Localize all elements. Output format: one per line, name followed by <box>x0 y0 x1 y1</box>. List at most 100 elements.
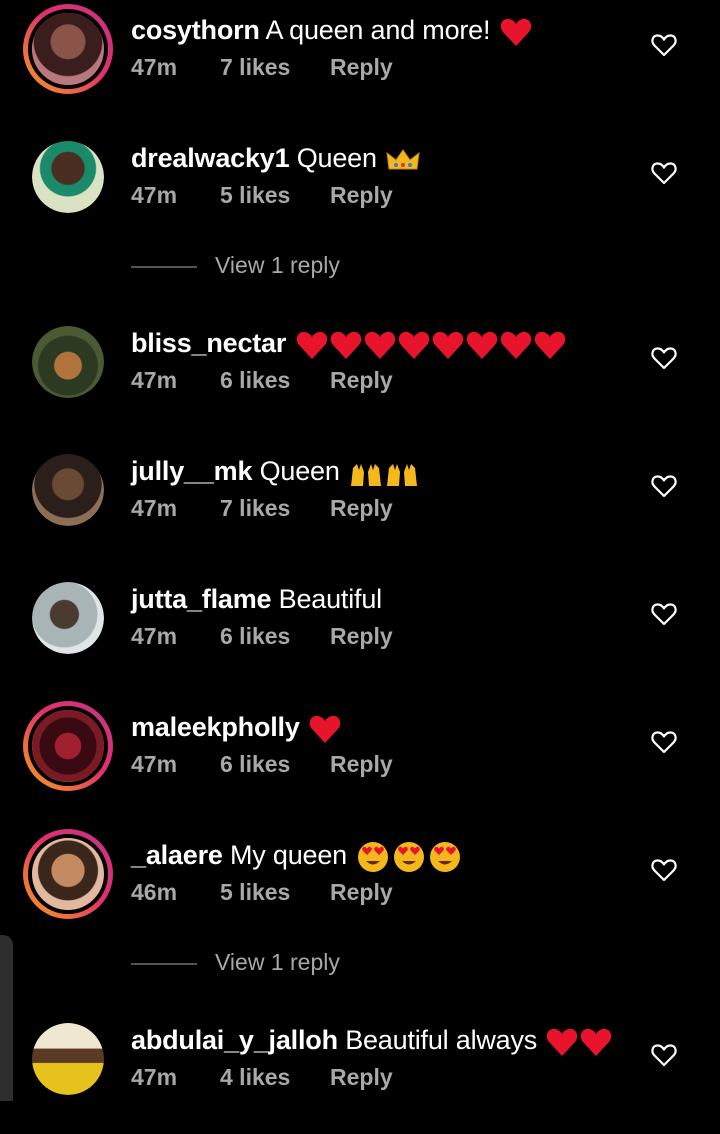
red-heart-emoji <box>466 331 497 359</box>
view-replies-label: View 1 reply <box>215 949 340 975</box>
raised-hands-emoji <box>386 463 417 486</box>
like-heart-icon[interactable] <box>651 729 677 755</box>
comment-username[interactable]: drealwacky1 <box>131 143 290 173</box>
comment-time: 47m <box>131 495 178 521</box>
avatar[interactable] <box>23 317 113 407</box>
comment-meta: 47m 6 likes Reply <box>131 367 393 394</box>
red-heart-emoji <box>398 331 429 359</box>
comment-meta: 46m 5 likes Reply <box>131 879 393 906</box>
avatar-image <box>32 13 104 85</box>
comment-text: drealwacky1 Queen <box>131 140 420 176</box>
comment-username[interactable]: abdulai_y_jalloh <box>131 1025 338 1055</box>
comment-item: _alaere My queen 46m 5 likes Reply <box>0 829 720 949</box>
comment-item: bliss_nectar 47m 6 likes Reply <box>0 317 720 437</box>
like-heart-icon[interactable] <box>651 857 677 883</box>
replies-divider <box>131 266 197 268</box>
comment-username[interactable]: jutta_flame <box>131 584 272 614</box>
replies-divider <box>131 963 197 965</box>
red-heart-emoji <box>364 331 395 359</box>
reply-button[interactable]: Reply <box>330 879 393 906</box>
comment-likes[interactable]: 7 likes <box>220 495 330 522</box>
heart-eyes-emoji <box>358 841 389 872</box>
comment-username[interactable]: bliss_nectar <box>131 328 286 358</box>
view-replies-button[interactable]: View 1 reply <box>131 949 431 979</box>
reply-button[interactable]: Reply <box>330 623 393 650</box>
red-heart-emoji <box>296 331 327 359</box>
comment-time: 46m <box>131 879 178 905</box>
avatar[interactable] <box>23 445 113 535</box>
reply-button[interactable]: Reply <box>330 367 393 394</box>
avatar-image <box>32 838 104 910</box>
red-heart-emoji <box>330 331 361 359</box>
comment-text: abdulai_y_jalloh Beautiful always <box>131 1022 612 1058</box>
like-heart-icon[interactable] <box>651 473 677 499</box>
comment-username[interactable]: maleekpholly <box>131 712 300 742</box>
comment-item: drealwacky1 Queen 47m 5 likes Reply <box>0 132 720 252</box>
avatar-image <box>32 141 104 213</box>
heart-emoji-row <box>294 328 566 359</box>
avatar[interactable] <box>23 573 113 663</box>
comment-meta: 47m 4 likes Reply <box>131 1064 393 1091</box>
comment-likes[interactable]: 6 likes <box>220 751 330 778</box>
comment-time: 47m <box>131 751 178 777</box>
crown-emoji <box>386 149 420 170</box>
comment-text: _alaere My queen <box>131 837 462 873</box>
like-heart-icon[interactable] <box>651 1042 677 1068</box>
reply-button[interactable]: Reply <box>330 751 393 778</box>
reply-button[interactable]: Reply <box>330 1064 393 1091</box>
comment-likes[interactable]: 4 likes <box>220 1064 330 1091</box>
comment-body: Beautiful <box>278 584 382 614</box>
comment-username[interactable]: cosythorn <box>131 15 260 45</box>
comment-body: Beautiful always <box>345 1025 538 1055</box>
avatar-image <box>32 326 104 398</box>
avatar[interactable] <box>23 1014 113 1104</box>
comment-likes[interactable]: 5 likes <box>220 182 330 209</box>
avatar[interactable] <box>23 701 113 791</box>
avatar-image <box>32 710 104 782</box>
reply-button[interactable]: Reply <box>330 54 393 81</box>
comment-body: My queen <box>230 840 347 870</box>
comment-meta: 47m 6 likes Reply <box>131 623 393 650</box>
comment-text: jutta_flame Beautiful <box>131 581 382 617</box>
red-heart-emoji <box>500 331 531 359</box>
comment-likes[interactable]: 6 likes <box>220 623 330 650</box>
like-heart-icon[interactable] <box>651 601 677 627</box>
avatar-image <box>32 1023 104 1095</box>
comment-likes[interactable]: 6 likes <box>220 367 330 394</box>
like-heart-icon[interactable] <box>651 32 677 58</box>
comment-text: maleekpholly <box>131 709 341 745</box>
red-heart-emoji <box>500 18 531 46</box>
comment-likes[interactable]: 7 likes <box>220 54 330 81</box>
red-heart-emoji <box>547 1028 578 1056</box>
comment-item: abdulai_y_jalloh Beautiful always 47m 4 l… <box>0 1014 720 1134</box>
comment-body: Queen <box>259 456 340 486</box>
view-replies-button[interactable]: View 1 reply <box>131 252 431 282</box>
comment-item: cosythorn A queen and more! 47m 7 likes Re… <box>0 4 720 124</box>
comment-meta: 47m 7 likes Reply <box>131 54 393 81</box>
reply-button[interactable]: Reply <box>330 495 393 522</box>
comment-body: Queen <box>296 143 377 173</box>
comment-time: 47m <box>131 1064 178 1090</box>
like-heart-icon[interactable] <box>651 160 677 186</box>
like-heart-icon[interactable] <box>651 345 677 371</box>
avatar[interactable] <box>23 4 113 94</box>
red-heart-emoji <box>432 331 463 359</box>
comment-username[interactable]: _alaere <box>131 840 223 870</box>
comment-likes[interactable]: 5 likes <box>220 879 330 906</box>
raised-hands-emoji <box>350 463 381 486</box>
avatar[interactable] <box>23 132 113 222</box>
avatar-image <box>32 582 104 654</box>
red-heart-emoji <box>309 715 341 743</box>
avatar[interactable] <box>23 829 113 919</box>
avatar-image <box>32 454 104 526</box>
red-heart-emoji <box>581 1028 612 1056</box>
reply-button[interactable]: Reply <box>330 182 393 209</box>
comment-text: cosythorn A queen and more! <box>131 12 532 48</box>
comment-time: 47m <box>131 54 178 80</box>
comment-body: A queen and more! <box>265 15 491 45</box>
comment-text: jully__mk Queen <box>131 453 419 489</box>
comment-meta: 47m 5 likes Reply <box>131 182 393 209</box>
edge-panel-handle[interactable] <box>0 935 13 1101</box>
red-heart-emoji <box>534 331 565 359</box>
comment-username[interactable]: jully__mk <box>131 456 252 486</box>
